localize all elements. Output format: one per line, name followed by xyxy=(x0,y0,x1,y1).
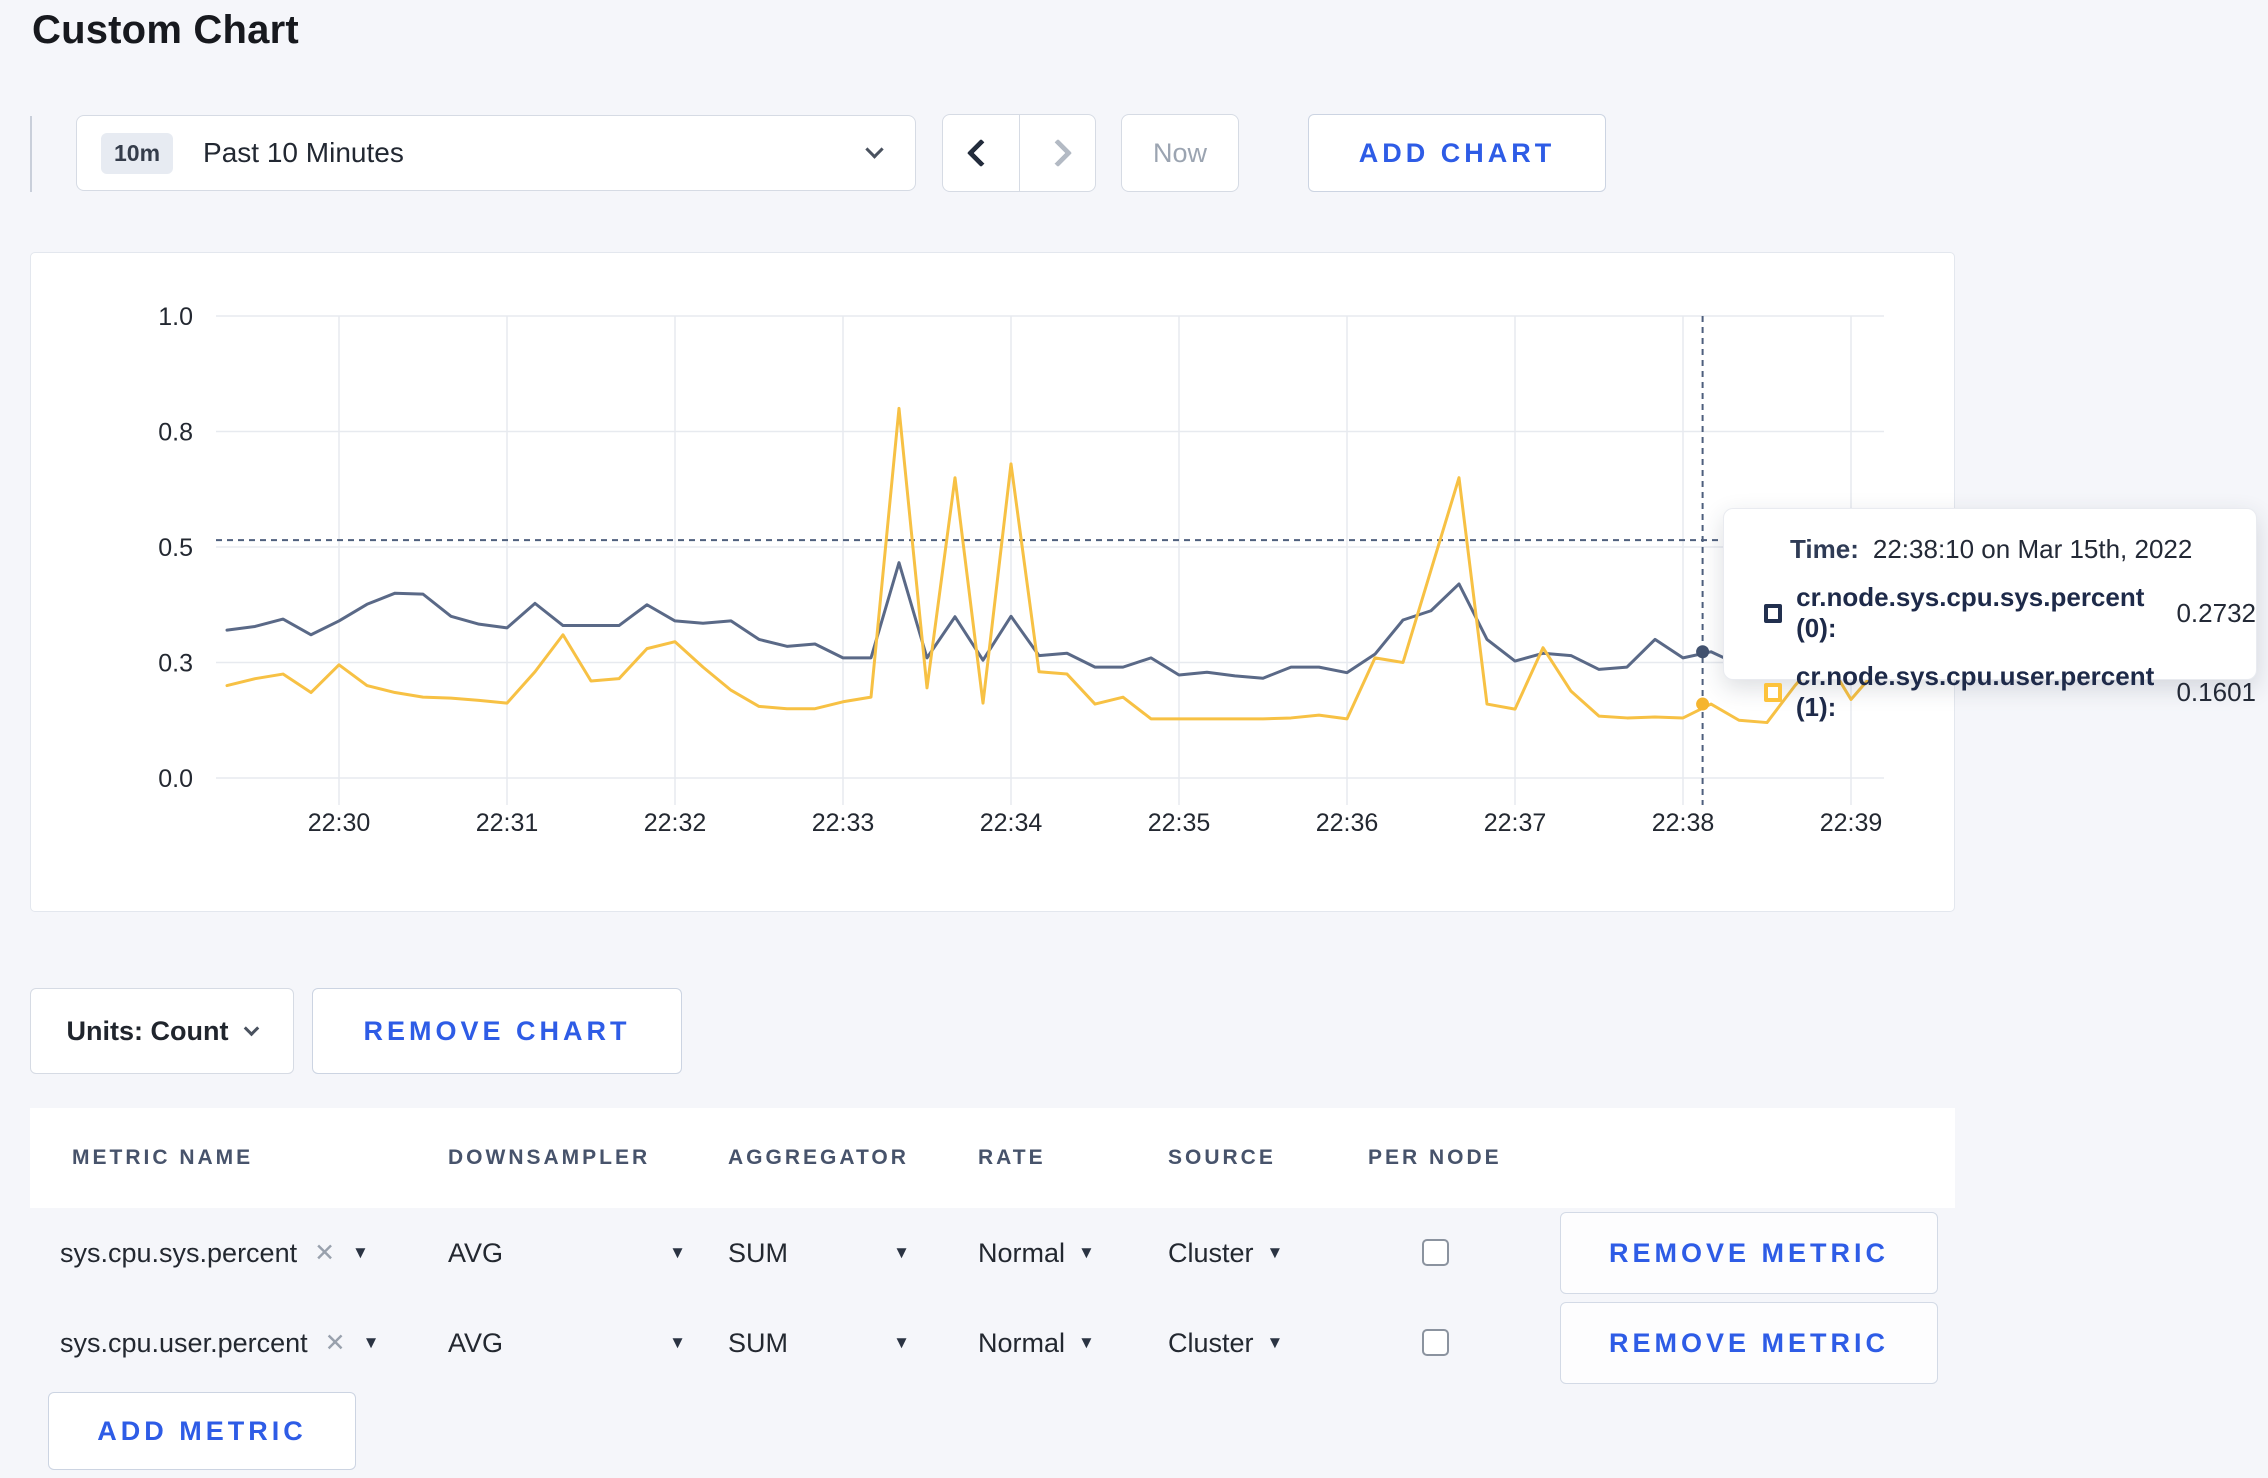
metric-name-select[interactable]: sys.cpu.sys.percent ✕ ▼ xyxy=(60,1208,369,1298)
metric-name-value: sys.cpu.sys.percent xyxy=(60,1237,298,1268)
column-header-downsampler: DOWNSAMPLER xyxy=(448,1146,651,1169)
tooltip-series-row: cr.node.sys.cpu.sys.percent (0): 0.2732 xyxy=(1764,582,2256,644)
caret-down-icon: ▼ xyxy=(1078,1333,1095,1352)
tooltip-series-value: 0.2732 xyxy=(2176,597,2256,628)
cpu-percent-chart[interactable]: 0.0 0.3 0.5 0.8 1.0 22:30 22:31 22:32 22:33 22:34… xyxy=(31,253,1956,913)
remove-metric-button[interactable]: REMOVE METRIC xyxy=(1560,1212,1938,1294)
clear-metric-icon[interactable]: ✕ xyxy=(314,1238,335,1268)
svg-text:22:30: 22:30 xyxy=(308,809,371,837)
tooltip-time-label: Time: xyxy=(1790,534,1859,564)
time-range-label: Past 10 Minutes xyxy=(203,137,404,168)
chevron-right-icon xyxy=(1043,138,1072,168)
clear-metric-icon[interactable]: ✕ xyxy=(325,1328,346,1358)
svg-text:0.0: 0.0 xyxy=(158,765,193,793)
remove-metric-button[interactable]: REMOVE METRIC xyxy=(1560,1302,1938,1384)
metrics-table-header: METRIC NAME DOWNSAMPLER AGGREGATOR RATE … xyxy=(30,1108,1955,1208)
metric-name-value: sys.cpu.user.percent xyxy=(60,1327,308,1358)
add-metric-button[interactable]: ADD METRIC xyxy=(48,1392,356,1470)
svg-text:22:38: 22:38 xyxy=(1652,809,1715,837)
svg-text:0.8: 0.8 xyxy=(158,419,193,447)
column-header-per-node: PER NODE xyxy=(1368,1146,1502,1169)
chevron-down-icon xyxy=(865,140,884,159)
tooltip-series-row: cr.node.sys.cpu.user.percent (1): 0.1601 xyxy=(1764,661,2256,723)
svg-text:1.0: 1.0 xyxy=(158,303,193,331)
caret-down-icon: ▼ xyxy=(1078,1243,1095,1262)
svg-text:0.3: 0.3 xyxy=(158,650,193,678)
downsampler-select[interactable]: AVG ▼ xyxy=(448,1208,686,1298)
chevron-down-icon xyxy=(244,1020,260,1036)
svg-text:22:36: 22:36 xyxy=(1316,809,1379,837)
caret-down-icon: ▼ xyxy=(669,1243,686,1262)
rate-select[interactable]: Normal ▼ xyxy=(978,1208,1095,1298)
add-chart-button[interactable]: ADD CHART xyxy=(1308,114,1606,192)
units-select[interactable]: Units: Count xyxy=(30,988,294,1074)
rate-select[interactable]: Normal ▼ xyxy=(978,1298,1095,1388)
metric-name-select[interactable]: sys.cpu.user.percent ✕ ▼ xyxy=(60,1298,379,1388)
per-node-checkbox[interactable] xyxy=(1422,1239,1449,1266)
caret-down-icon: ▼ xyxy=(893,1243,910,1262)
tooltip-series-name: cr.node.sys.cpu.sys.percent (0): xyxy=(1796,582,2145,643)
downsampler-value: AVG xyxy=(448,1327,504,1358)
svg-text:22:31: 22:31 xyxy=(476,809,539,837)
column-header-metric-name: METRIC NAME xyxy=(72,1146,254,1169)
caret-down-icon: ▼ xyxy=(362,1333,380,1352)
svg-text:0.5: 0.5 xyxy=(158,534,193,562)
column-header-source: SOURCE xyxy=(1168,1146,1276,1169)
aggregator-select[interactable]: SUM ▼ xyxy=(728,1208,910,1298)
rate-value: Normal xyxy=(978,1327,1066,1358)
sys-percent-swatch-icon xyxy=(1764,603,1783,623)
tooltip-series-name: cr.node.sys.cpu.user.percent (1): xyxy=(1795,661,2155,722)
tooltip-time-row: Time: 22:38:10 on Mar 15th, 2022 xyxy=(1764,534,2256,565)
aggregator-value: SUM xyxy=(728,1327,788,1358)
time-back-button[interactable] xyxy=(943,115,1019,191)
metric-row: sys.cpu.sys.percent ✕ ▼ AVG ▼ SUM ▼ Norm… xyxy=(30,1208,1955,1298)
column-header-aggregator: AGGREGATOR xyxy=(728,1146,909,1169)
chart-hover-tooltip: Time: 22:38:10 on Mar 15th, 2022 cr.node.… xyxy=(1723,508,2257,722)
source-value: Cluster xyxy=(1168,1237,1254,1268)
source-value: Cluster xyxy=(1168,1327,1254,1358)
svg-text:22:37: 22:37 xyxy=(1484,809,1547,837)
caret-down-icon: ▼ xyxy=(1266,1243,1284,1262)
svg-text:22:32: 22:32 xyxy=(644,809,707,837)
caret-down-icon: ▼ xyxy=(893,1333,910,1352)
time-step-buttons xyxy=(942,114,1096,192)
tooltip-series-value: 0.1601 xyxy=(2176,676,2256,707)
source-select[interactable]: Cluster ▼ xyxy=(1168,1208,1283,1298)
caret-down-icon: ▼ xyxy=(352,1243,369,1262)
svg-text:22:33: 22:33 xyxy=(812,809,875,837)
metric-row: sys.cpu.user.percent ✕ ▼ AVG ▼ SUM ▼ Nor… xyxy=(30,1298,1955,1388)
source-select[interactable]: Cluster ▼ xyxy=(1168,1298,1283,1388)
caret-down-icon: ▼ xyxy=(669,1333,686,1352)
downsampler-select[interactable]: AVG ▼ xyxy=(448,1298,686,1388)
chevron-left-icon xyxy=(966,138,996,168)
units-label: Units: Count xyxy=(66,1015,229,1046)
svg-text:22:39: 22:39 xyxy=(1820,809,1883,837)
rate-value: Normal xyxy=(978,1237,1066,1268)
chart-card: 0.0 0.3 0.5 0.8 1.0 22:30 22:31 22:32 22:33 22:34… xyxy=(30,252,1955,912)
page-title: Custom Chart xyxy=(32,8,299,52)
aggregator-value: SUM xyxy=(728,1237,788,1268)
per-node-checkbox[interactable] xyxy=(1422,1329,1449,1356)
caret-down-icon: ▼ xyxy=(1266,1333,1284,1352)
remove-chart-button[interactable]: REMOVE CHART xyxy=(312,988,682,1074)
controls-left-divider xyxy=(30,116,32,192)
time-range-badge: 10m xyxy=(101,132,174,174)
svg-text:22:35: 22:35 xyxy=(1148,809,1211,837)
svg-text:22:34: 22:34 xyxy=(980,809,1043,837)
now-button[interactable]: Now xyxy=(1121,114,1239,192)
column-header-rate: RATE xyxy=(978,1146,1046,1169)
user-percent-swatch-icon xyxy=(1764,682,1782,702)
aggregator-select[interactable]: SUM ▼ xyxy=(728,1298,910,1388)
time-forward-button[interactable] xyxy=(1019,115,1095,191)
downsampler-value: AVG xyxy=(448,1237,504,1268)
time-range-select[interactable]: 10m Past 10 Minutes xyxy=(76,115,916,191)
tooltip-time-value: 22:38:10 on Mar 15th, 2022 xyxy=(1872,534,2193,564)
